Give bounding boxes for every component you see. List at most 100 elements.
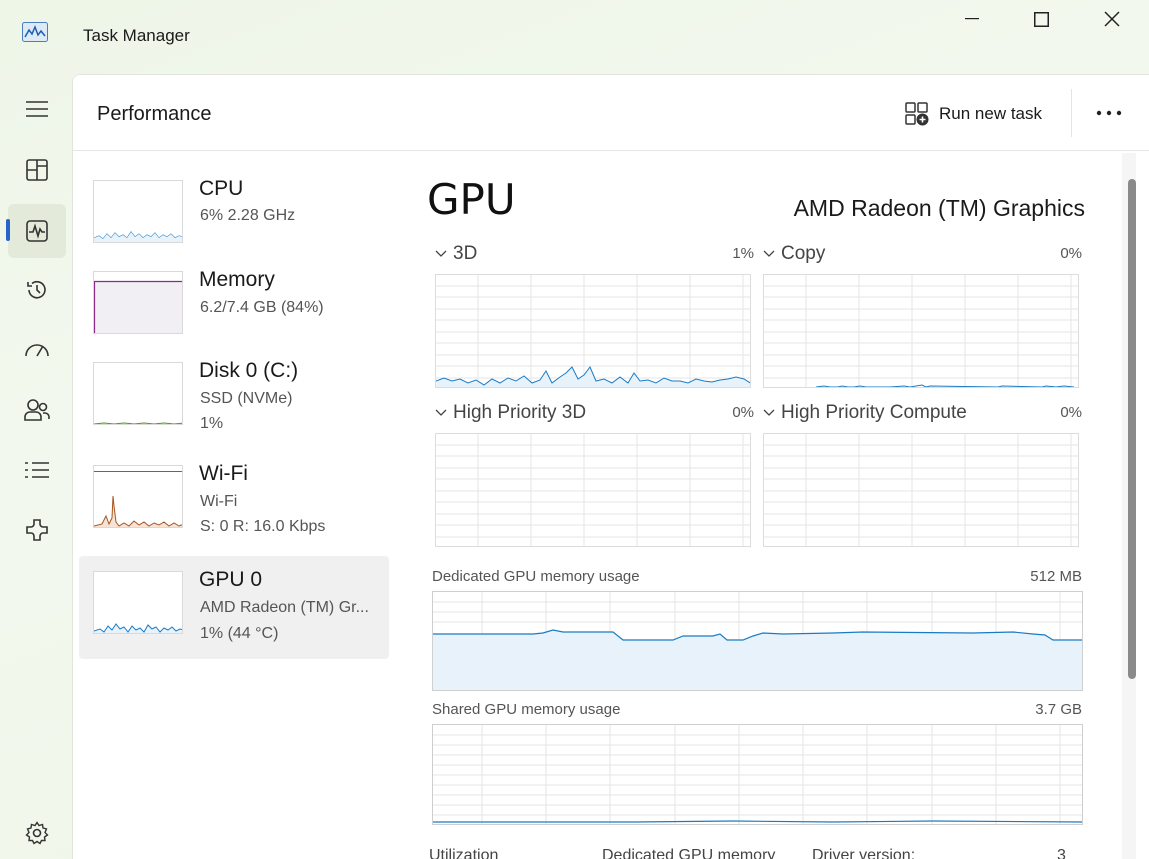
engine-copy-selector[interactable]: Copy	[763, 243, 825, 265]
device-name: Disk 0 (C:)	[199, 359, 299, 382]
minimize-icon	[965, 18, 979, 20]
device-name: Memory	[199, 268, 275, 291]
shared-memory-value: 3.7 GB	[1035, 701, 1082, 718]
nav-performance[interactable]	[8, 204, 66, 258]
main-panel: Performance Run new task CPU 6% 2.28 GHz…	[72, 74, 1149, 859]
engine-high-priority-3d-selector[interactable]: High Priority 3D	[435, 402, 586, 424]
run-new-task-label: Run new task	[939, 104, 1042, 123]
disk-thumbnail-graph	[93, 362, 183, 425]
dedicated-memory-label: Dedicated GPU memory usage	[432, 568, 640, 585]
engine-high-priority-compute-selector[interactable]: High Priority Compute	[763, 402, 967, 424]
details-icon	[25, 462, 49, 478]
wifi-thumbnail-graph	[93, 465, 183, 528]
run-new-task-icon	[905, 102, 929, 126]
engine-label: 3D	[453, 243, 478, 264]
minimize-button[interactable]	[949, 4, 995, 34]
app-history-icon	[27, 280, 46, 299]
title-bar: Task Manager	[0, 0, 1149, 70]
disk-sparkline	[94, 422, 182, 424]
gpu-title: GPU	[427, 175, 516, 224]
device-name: CPU	[199, 177, 244, 200]
window-title: Task Manager	[83, 26, 190, 45]
dedicated-memory-value: 512 MB	[1030, 568, 1082, 585]
cpu-sparkline	[94, 231, 182, 242]
users-icon	[24, 399, 50, 421]
engine-value: 0%	[732, 404, 754, 421]
gpu-model-name: AMD Radeon (TM) Graphics	[793, 195, 1085, 221]
dedicated-memory-graph	[432, 591, 1083, 691]
header-divider	[1071, 89, 1072, 137]
dedicated-memory-stat-label: Dedicated GPU memory	[602, 847, 776, 859]
device-disk[interactable]: Disk 0 (C:) SSD (NVMe) 1%	[79, 347, 389, 450]
engine-3d-graph-svg	[436, 275, 750, 387]
device-wifi[interactable]: Wi-Fi Wi-Fi S: 0 R: 16.0 Kbps	[79, 452, 389, 555]
hamburger-menu-button[interactable]	[8, 82, 66, 136]
driver-version-value: 3	[1057, 847, 1066, 859]
device-name: GPU 0	[199, 568, 263, 591]
engine-value: 0%	[1060, 404, 1082, 421]
nav-settings[interactable]	[8, 806, 66, 859]
engine-3d-selector[interactable]: 3D	[435, 243, 477, 265]
page-header: Performance Run new task	[73, 75, 1149, 151]
engine-high-priority-compute-graph	[763, 433, 1079, 547]
memory-sparkline	[94, 280, 182, 333]
engine-value: 0%	[1060, 245, 1082, 262]
device-detail: SSD (NVMe)	[200, 390, 293, 407]
dedicated-memory-graph-svg	[433, 592, 1082, 690]
device-detail: 6% 2.28 GHz	[200, 207, 296, 224]
nav-app-history[interactable]	[8, 263, 66, 317]
engine-value: 1%	[732, 245, 754, 262]
processes-icon	[26, 159, 48, 181]
driver-version-label: Driver version:	[812, 847, 916, 859]
chevron-down-icon	[763, 409, 775, 416]
settings-icon	[25, 821, 49, 845]
nav-details[interactable]	[8, 443, 66, 497]
device-gpu[interactable]: GPU 0 AMD Radeon (TM) Gr... 1% (44 °C)	[79, 556, 389, 659]
page-title: Performance	[97, 103, 212, 125]
maximize-icon	[1033, 11, 1049, 27]
engine-label: Copy	[781, 243, 826, 264]
close-icon	[1104, 11, 1120, 27]
engine-3d-graph	[435, 274, 751, 388]
maximize-button[interactable]	[1018, 4, 1064, 34]
device-detail: 6.2/7.4 GB (84%)	[200, 299, 324, 316]
gpu-sparkline	[94, 623, 182, 633]
nav-services[interactable]	[8, 503, 66, 557]
engine-high-priority-compute-graph-svg	[764, 434, 1078, 546]
services-icon	[26, 519, 48, 541]
shared-memory-graph	[432, 724, 1083, 825]
utilization-label: Utilization	[429, 847, 499, 859]
startup-apps-icon	[25, 344, 49, 357]
hamburger-menu-icon	[26, 101, 48, 117]
device-throughput: S: 0 R: 16.0 Kbps	[200, 518, 326, 535]
scrollbar-thumb[interactable]	[1128, 179, 1136, 679]
device-usage: 1% (44 °C)	[200, 625, 279, 642]
device-cpu[interactable]: CPU 6% 2.28 GHz	[79, 165, 389, 268]
engine-label: High Priority Compute	[781, 402, 967, 423]
shared-memory-graph-svg	[433, 725, 1082, 824]
engine-copy-graph-svg	[764, 275, 1078, 387]
wifi-sparkline	[94, 471, 182, 527]
nav-active-indicator	[6, 219, 10, 241]
device-detail: Wi-Fi	[200, 493, 238, 510]
nav-startup-apps[interactable]	[8, 322, 66, 376]
nav-users[interactable]	[8, 383, 66, 437]
memory-thumbnail-graph	[93, 271, 183, 334]
engine-high-priority-3d-graph-svg	[436, 434, 750, 546]
engine-copy-graph	[763, 274, 1079, 388]
gpu-thumbnail-graph	[93, 571, 183, 634]
device-detail: AMD Radeon (TM) Gr...	[200, 599, 369, 616]
shared-memory-label: Shared GPU memory usage	[432, 701, 621, 718]
device-usage: 1%	[200, 415, 224, 432]
more-options-button[interactable]	[1093, 99, 1125, 127]
performance-icon	[26, 220, 48, 242]
device-memory[interactable]: Memory 6.2/7.4 GB (84%)	[79, 256, 389, 359]
task-manager-app-icon	[22, 22, 48, 42]
engine-label: High Priority 3D	[453, 402, 587, 423]
chevron-down-icon	[435, 409, 447, 416]
nav-processes[interactable]	[8, 143, 66, 197]
close-button[interactable]	[1089, 4, 1135, 34]
run-new-task-button[interactable]: Run new task	[905, 99, 1042, 129]
more-options-icon	[1096, 110, 1122, 116]
cpu-thumbnail-graph	[93, 180, 183, 243]
